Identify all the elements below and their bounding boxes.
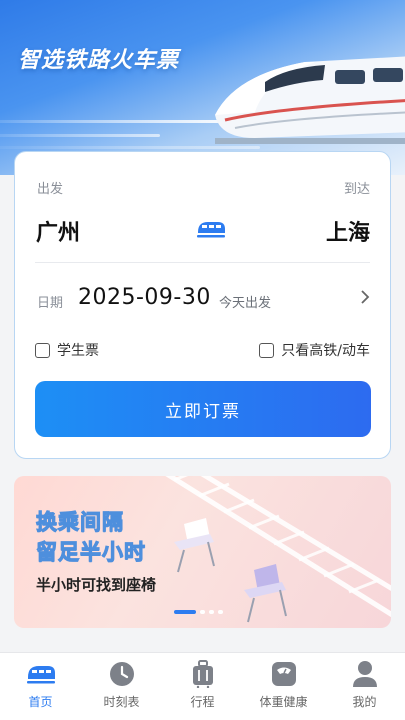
promo-headline-2: 留足半小时 — [36, 540, 146, 565]
high-speed-only-label: 只看高铁/动车 — [281, 343, 370, 359]
nav-label-home: 首页 — [28, 695, 53, 709]
carousel-dot[interactable] — [218, 610, 223, 614]
booking-card: 出发 到达 广州 上海 日期 2025-09-30 今天出发 学生票 只看高铁/… — [14, 151, 391, 459]
high-speed-only-checkbox[interactable]: 只看高铁/动车 — [259, 340, 370, 360]
promo-subtitle: 半小时可找到座椅 — [36, 576, 157, 594]
student-ticket-label: 学生票 — [57, 343, 99, 359]
nav-label-weight-health: 体重健康 — [259, 695, 308, 709]
date-value[interactable]: 2025-09-30 — [78, 285, 211, 310]
date-label: 日期 — [37, 296, 64, 311]
arrival-label: 到达 — [343, 182, 370, 197]
carousel-dot[interactable] — [200, 610, 205, 614]
nav-item-weight-health[interactable]: 体重健康 — [245, 653, 323, 720]
nav-label-profile: 我的 — [352, 695, 377, 709]
carousel-dot[interactable] — [174, 610, 196, 614]
checkbox-box[interactable] — [35, 342, 50, 358]
high-speed-train-illustration — [215, 56, 405, 144]
train-icon — [26, 660, 56, 688]
luggage-icon — [192, 660, 214, 688]
date-hint: 今天出发 — [219, 296, 272, 311]
carousel-indicator[interactable] — [174, 610, 223, 614]
nav-item-timetable[interactable]: 时刻表 — [83, 653, 161, 720]
arrival-city[interactable]: 上海 — [326, 215, 370, 247]
carousel-dot[interactable] — [209, 610, 214, 614]
clock-icon — [109, 660, 135, 688]
nav-item-home[interactable]: 首页 — [2, 653, 80, 720]
platform-seats-illustration — [165, 476, 391, 623]
hero-banner: 智选铁路火车票 — [0, 0, 405, 175]
divider — [35, 262, 370, 263]
checkbox-box[interactable] — [259, 342, 275, 358]
nav-label-timetable: 时刻表 — [103, 695, 140, 709]
bottom-nav: 首页 时刻表 行程 体重健康 我的 — [0, 652, 405, 720]
departure-city[interactable]: 广州 — [36, 215, 80, 247]
promo-headline-1: 换乘间隔 — [36, 510, 124, 535]
scale-icon — [271, 660, 297, 688]
chevron-right-icon[interactable] — [360, 289, 370, 309]
student-ticket-checkbox[interactable]: 学生票 — [35, 340, 99, 360]
promo-banner[interactable]: 换乘间隔 留足半小时 半小时可找到座椅 — [14, 476, 391, 628]
nav-item-trips[interactable]: 行程 — [164, 653, 242, 720]
user-icon — [352, 660, 378, 688]
departure-label: 出发 — [37, 182, 64, 197]
nav-label-trips: 行程 — [190, 695, 215, 709]
app-title: 智选铁路火车票 — [18, 48, 180, 73]
swap-stations-train-icon[interactable] — [196, 218, 226, 244]
book-now-button[interactable]: 立即订票 — [35, 381, 371, 437]
nav-item-profile[interactable]: 我的 — [326, 653, 404, 720]
